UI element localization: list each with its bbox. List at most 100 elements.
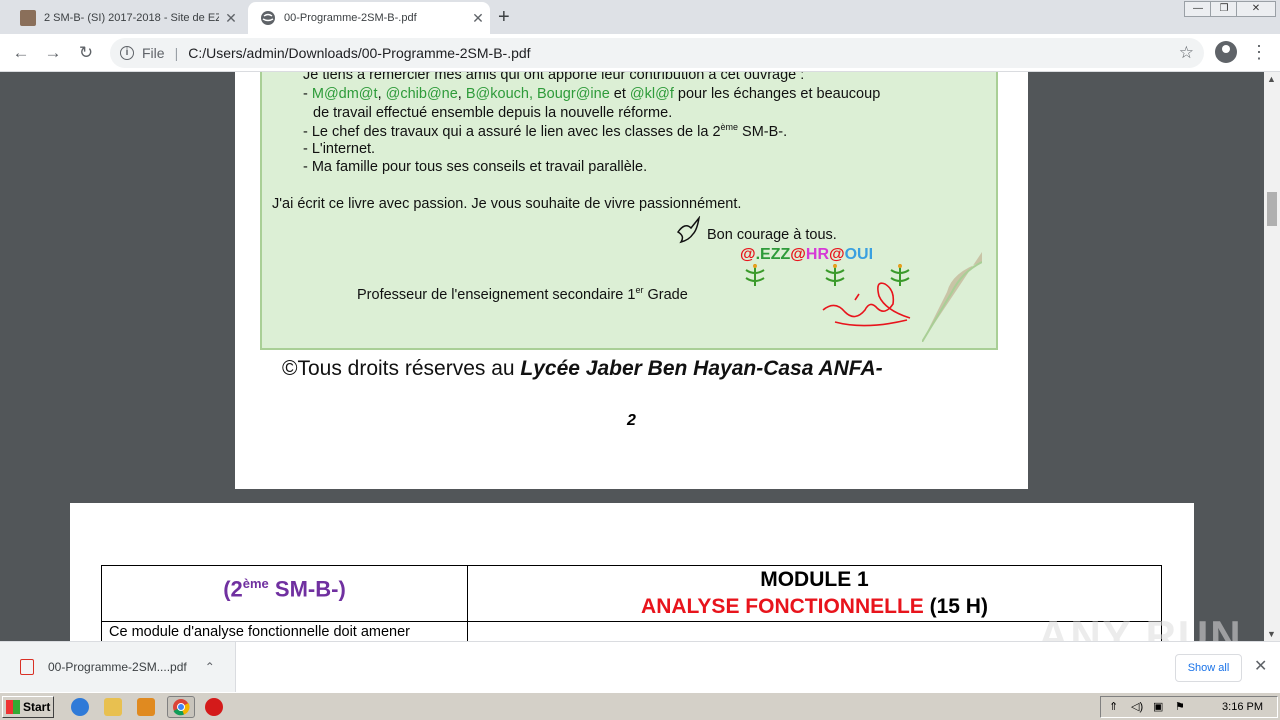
comma: , xyxy=(457,86,466,102)
courage-text: Bon courage à tous. xyxy=(707,227,837,243)
tab-title: 00-Programme-2SM-B-.pdf xyxy=(284,12,417,24)
separator: | xyxy=(174,45,179,61)
sig-part: @ xyxy=(829,246,845,263)
show-all-button[interactable]: Show all xyxy=(1175,654,1242,682)
download-item[interactable]: 00-Programme-2SM....pdf ⌃ xyxy=(0,642,236,692)
tab-title: 2 SM-B- (SI) 2017-2018 - Site de EZZ xyxy=(44,12,219,24)
menu-kebab-icon[interactable]: ⋮ xyxy=(1250,42,1268,63)
module-intro-cell: Ce module d'analyse fonctionnelle doit a… xyxy=(102,622,468,641)
superscript: ème xyxy=(720,122,739,132)
sig-part: .EZZ xyxy=(755,246,791,263)
windows-logo-icon xyxy=(6,700,20,714)
scroll-down-icon[interactable]: ▼ xyxy=(1267,629,1276,639)
close-icon[interactable]: ✕ xyxy=(219,10,243,27)
class-open: (2 xyxy=(223,576,243,602)
superscript: ème xyxy=(242,576,269,591)
clock: 3:16 PM xyxy=(1222,701,1263,713)
handwritten-signature xyxy=(822,282,911,327)
download-bar: 00-Programme-2SM....pdf ⌃ Show all ✕ xyxy=(0,641,1280,692)
profile-photo-icon xyxy=(20,10,36,26)
conjunction: et xyxy=(609,86,630,102)
start-label: Start xyxy=(23,700,51,714)
forward-button[interactable]: → xyxy=(42,42,64,64)
close-icon[interactable]: ✕ xyxy=(466,10,490,27)
chef-text: - Le chef des travaux qui a assuré le li… xyxy=(303,123,721,140)
thanks-line-reform: de travail effectué ensemble depuis la n… xyxy=(313,105,673,121)
class-name: SM-B-) xyxy=(268,576,346,602)
chrome-taskbar-button[interactable] xyxy=(167,696,195,718)
prof-text: Professeur de l'enseignement secondaire … xyxy=(357,286,636,303)
scroll-up-icon[interactable]: ▲ xyxy=(1267,74,1276,84)
professor-title: Professeur de l'enseignement secondaire … xyxy=(357,285,688,303)
thanks-rest: pour les échanges et beaucoup xyxy=(673,86,881,102)
tab-strip: 2 SM-B- (SI) 2017-2018 - Site de EZZ ✕ 0… xyxy=(0,0,1280,34)
friend-name: B@kouch, Bougr@ine xyxy=(465,86,610,102)
pdf-page: Je tiens à remercier mes amis qui ont ap… xyxy=(235,72,1028,489)
page-number: 2 xyxy=(627,412,636,429)
ie-icon[interactable] xyxy=(71,698,89,716)
download-filename: 00-Programme-2SM....pdf xyxy=(48,660,187,674)
module-table: (2ème SM-B-) MODULE 1 ANALYSE FONCTIONNE… xyxy=(101,565,1162,641)
copyright-text: ©Tous droits réserves au xyxy=(282,357,521,380)
close-window-button[interactable]: ✕ xyxy=(1236,1,1276,17)
sig-part: @ xyxy=(790,246,806,263)
chevron-up-icon[interactable]: ⌃ xyxy=(205,660,215,674)
scrollbar[interactable]: ▲ ▼ xyxy=(1264,72,1280,641)
scheme-label: File xyxy=(142,45,165,61)
address-bar[interactable]: i File | C:/Users/admin/Downloads/00-Pro… xyxy=(110,38,1204,68)
school-name: Lycée Jaber Ben Hayan-Casa ANFA- xyxy=(520,357,883,380)
dove-icon xyxy=(676,216,701,244)
bookmark-star-icon[interactable]: ☆ xyxy=(1179,43,1194,63)
folder-icon[interactable] xyxy=(104,698,122,716)
tab-pdf[interactable]: 00-Programme-2SM-B-.pdf ✕ xyxy=(248,2,490,34)
friend-name: @kl@f xyxy=(629,86,674,102)
module-name: ANALYSE FONCTIONNELLE xyxy=(641,595,924,618)
passion-sentence: J'ai écrit ce livre avec passion. Je vou… xyxy=(272,196,742,212)
minimize-button[interactable]: — xyxy=(1184,1,1212,17)
back-button[interactable]: ← xyxy=(10,42,32,64)
info-icon[interactable]: i xyxy=(120,46,134,60)
prof-grade: Grade xyxy=(643,286,688,303)
thanks-line-friends: - M@dm@t, @chib@ne, B@kouch, Bougr@ine e… xyxy=(303,86,880,102)
globe-icon xyxy=(260,10,276,26)
chrome-icon xyxy=(173,699,190,716)
class-cell: (2ème SM-B-) xyxy=(102,566,468,622)
url-text: C:/Users/admin/Downloads/00-Programme-2S… xyxy=(188,45,531,61)
chef-class: SM-B-. xyxy=(738,123,788,140)
new-tab-button[interactable]: + xyxy=(498,6,510,29)
arrow-up-icon[interactable]: ⇑ xyxy=(1109,700,1118,713)
account-icon[interactable] xyxy=(1215,41,1237,63)
pdf-viewer[interactable]: Je tiens à remercier mes amis qui ont ap… xyxy=(0,72,1280,641)
start-button[interactable]: Start xyxy=(2,696,54,718)
sig-part: @ xyxy=(740,246,756,263)
pdf-page: (2ème SM-B-) MODULE 1 ANALYSE FONCTIONNE… xyxy=(70,503,1194,641)
scrollbar-thumb[interactable] xyxy=(1267,192,1277,226)
module-title: MODULE 1 xyxy=(760,568,869,591)
network-icon[interactable]: ▣ xyxy=(1153,700,1163,713)
restore-button[interactable]: ❐ xyxy=(1210,1,1238,17)
comma: , xyxy=(377,86,386,102)
close-icon[interactable]: ✕ xyxy=(1254,656,1267,676)
browser-toolbar: ← → ↻ i File | C:/Users/admin/Downloads/… xyxy=(0,34,1280,72)
taskbar: Start ⇑ ◁) ▣ ⚑ 3:16 PM xyxy=(0,692,1280,720)
copyright-line: ©Tous droits réserves au Lycée Jaber Ben… xyxy=(282,357,883,381)
thanks-intro: Je tiens à remercier mes amis qui ont ap… xyxy=(303,72,805,83)
opera-icon[interactable] xyxy=(205,698,223,716)
system-tray: ⇑ ◁) ▣ ⚑ 3:16 PM xyxy=(1100,696,1278,718)
tab-site-ezz[interactable]: 2 SM-B- (SI) 2017-2018 - Site de EZZ ✕ xyxy=(8,2,243,34)
flag-icon[interactable]: ⚑ xyxy=(1175,700,1185,713)
thanks-line-family: - Ma famille pour tous ses conseils et t… xyxy=(303,159,648,175)
dash: - xyxy=(303,86,312,102)
thanks-line-internet: - L'internet. xyxy=(303,141,376,157)
thanks-line-chef: - Le chef des travaux qui a assuré le li… xyxy=(303,122,787,140)
sig-part: HR xyxy=(805,246,829,263)
friend-name: M@dm@t xyxy=(311,86,378,102)
module-hours: (15 H) xyxy=(923,595,988,618)
friend-name: @chib@ne xyxy=(385,86,458,102)
sig-part: OUI xyxy=(844,246,874,263)
reload-button[interactable]: ↻ xyxy=(75,42,97,64)
page-fold-decoration xyxy=(922,252,982,342)
pdf-file-icon xyxy=(20,659,34,675)
volume-icon[interactable]: ◁) xyxy=(1131,700,1143,713)
media-player-icon[interactable] xyxy=(137,698,155,716)
